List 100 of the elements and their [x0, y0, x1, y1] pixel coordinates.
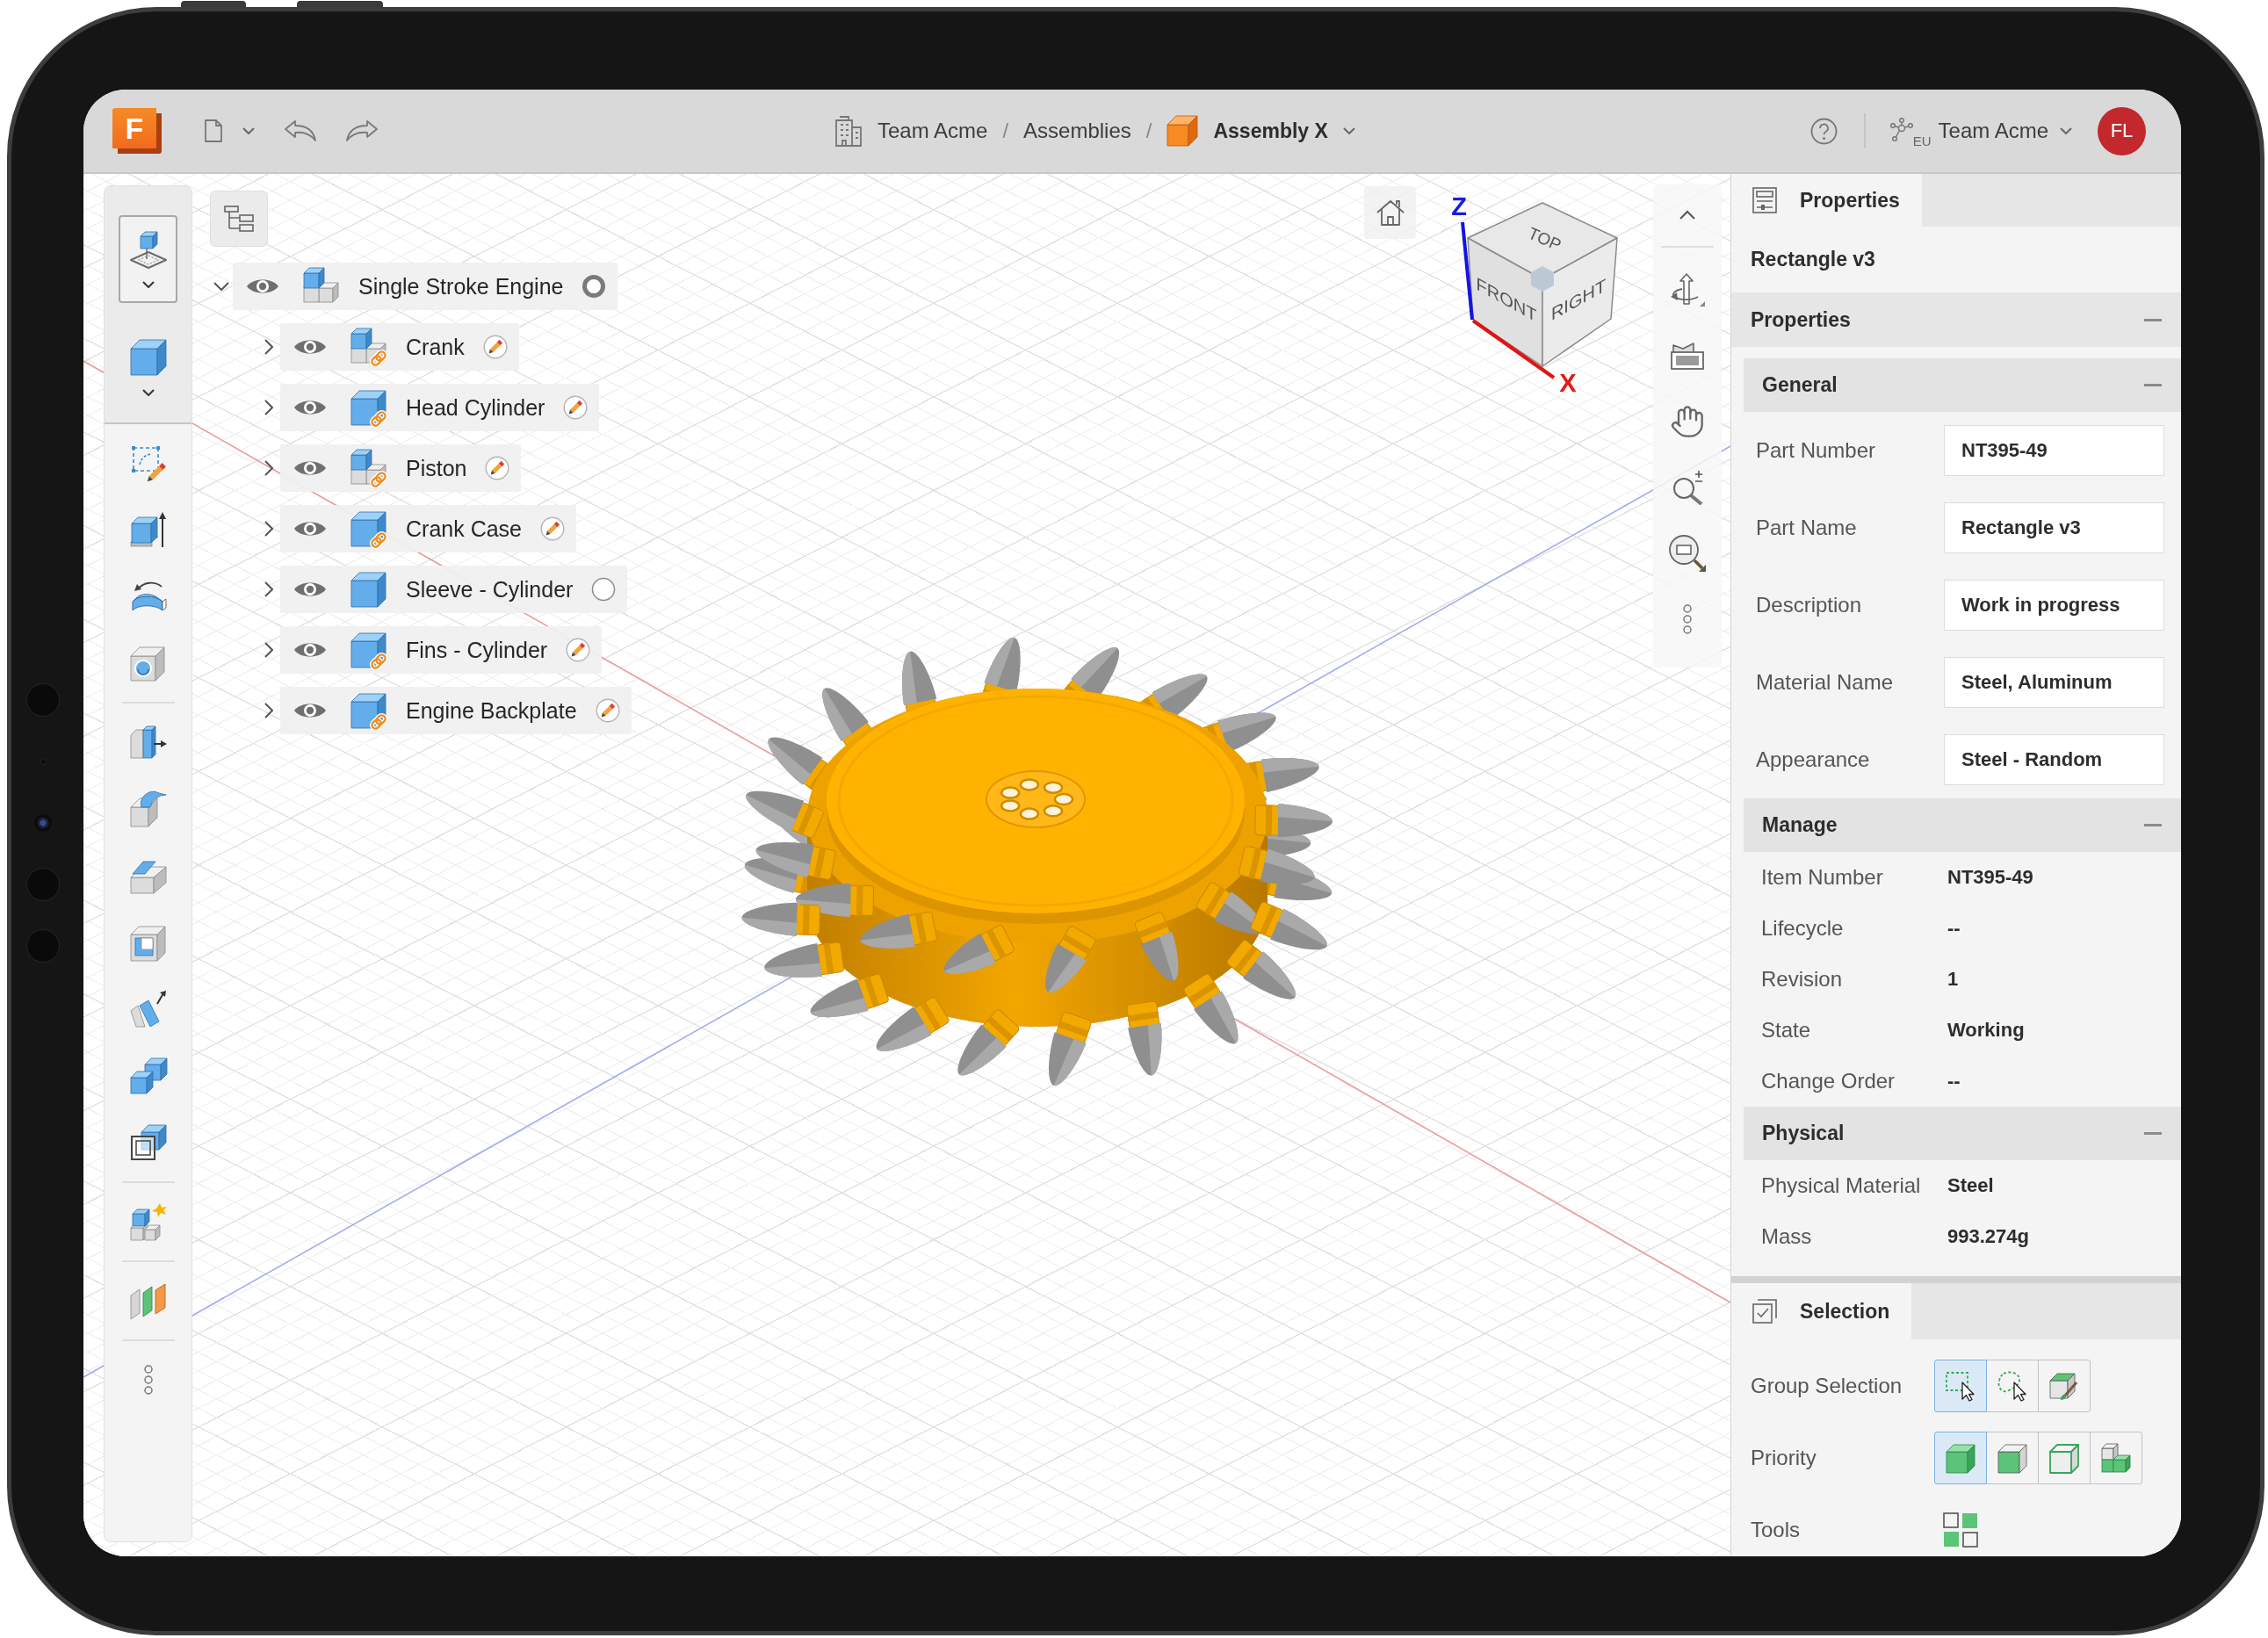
breadcrumb-separator: /: [1002, 119, 1009, 143]
solid-cube-icon: [1945, 1442, 1976, 1474]
component-name: Engine Backplate: [406, 697, 577, 724]
browser-row[interactable]: Fins - Cylinder: [280, 626, 603, 674]
field-label: Change Order: [1761, 1069, 1896, 1093]
property-value: --: [1947, 917, 1961, 940]
team-menu-button[interactable]: Team Acme: [1938, 119, 2072, 143]
caret-down-icon[interactable]: [141, 389, 155, 396]
tree-icon: [224, 206, 254, 232]
rounded-corner-block-icon[interactable]: [128, 790, 168, 828]
magnifier-rectangle-icon[interactable]: [1668, 533, 1707, 573]
browser-row[interactable]: Single Stroke Engine: [233, 263, 618, 310]
browser-toggle-button[interactable]: [210, 191, 268, 247]
pencil-icon[interactable]: [485, 456, 510, 480]
field-label: Revision: [1761, 967, 1843, 992]
pencil-icon[interactable]: [563, 395, 589, 420]
framed-cube-icon[interactable]: [128, 1123, 168, 1162]
group-header[interactable]: Manage: [1744, 798, 2181, 852]
hollow-box-icon[interactable]: [128, 923, 168, 962]
component-title: Rectangle v3: [1751, 248, 1875, 271]
toggle-button[interactable]: [2090, 1432, 2142, 1484]
help-icon[interactable]: [1809, 117, 1838, 145]
pencil-icon[interactable]: [566, 638, 591, 662]
cube-on-plane-icon[interactable]: [128, 230, 168, 269]
redo-icon[interactable]: [345, 119, 379, 142]
tool-button[interactable]: [119, 215, 177, 303]
three-slabs-icon[interactable]: [128, 1281, 168, 1320]
text-field[interactable]: Steel, Aluminum: [1944, 657, 2164, 708]
cube-icon: [1167, 115, 1199, 147]
component-name: Head Cylinder: [406, 394, 545, 421]
group-header[interactable]: General: [1744, 358, 2181, 412]
browser-row[interactable]: Piston: [280, 444, 522, 492]
field-label: Appearance: [1756, 747, 1870, 772]
chevron-right-icon[interactable]: [264, 339, 273, 355]
text-field[interactable]: Steel - Random: [1944, 734, 2164, 785]
two-cubes-icon[interactable]: [128, 1057, 168, 1095]
document-title[interactable]: Assembly X: [1213, 119, 1328, 143]
cube-face-icon: [1997, 1442, 2028, 1474]
hand-icon[interactable]: [1670, 403, 1705, 439]
option-label: Tools: [1751, 1518, 1801, 1542]
text-field[interactable]: NT395-49: [1944, 425, 2164, 476]
dashed-lasso-cursor-icon: [1997, 1370, 2028, 1402]
tilted-face-arrow-icon[interactable]: [128, 990, 168, 1028]
browser-row[interactable]: Sleeve - Cylinder: [280, 566, 628, 613]
browser-row[interactable]: Crank Case: [280, 505, 576, 552]
grid-squares-icon[interactable]: [1943, 1512, 1978, 1548]
cube-icon[interactable]: [128, 338, 168, 377]
breadcrumb-link[interactable]: Assemblies: [1023, 119, 1131, 143]
toggle-button[interactable]: [2038, 1432, 2091, 1484]
text-field[interactable]: Rectangle v3: [1944, 502, 2164, 553]
toggle-button[interactable]: [1934, 1432, 1987, 1484]
user-avatar[interactable]: FL: [2098, 106, 2146, 155]
radio-on-icon[interactable]: [581, 274, 607, 299]
cube-edges-icon: [2048, 1442, 2080, 1474]
toggle-button[interactable]: [1986, 1360, 2039, 1412]
browser-row[interactable]: Head Cylinder: [280, 384, 600, 431]
split-block-arrow-icon[interactable]: [128, 723, 168, 761]
orbit-icon[interactable]: [1669, 271, 1706, 307]
toggle-button[interactable]: [1986, 1432, 2039, 1484]
chevron-right-icon[interactable]: [264, 460, 273, 476]
cubes-star-icon[interactable]: [128, 1202, 168, 1241]
component-name: Fins - Cylinder: [406, 637, 548, 663]
chevron-right-icon[interactable]: [264, 642, 273, 658]
pencil-icon[interactable]: [540, 516, 565, 541]
browser-row[interactable]: Engine Backplate: [280, 687, 632, 734]
clapperboard-icon[interactable]: [1670, 340, 1705, 371]
pencil-icon[interactable]: [595, 698, 620, 723]
chevron-right-icon[interactable]: [264, 400, 273, 415]
panel-tab[interactable]: Selection: [1731, 1283, 1912, 1339]
view-cube[interactable]: [1467, 202, 1618, 367]
browser-row[interactable]: Crank: [280, 323, 519, 371]
dashed-rectangle-cursor-icon: [1945, 1370, 1976, 1402]
document-icon[interactable]: [204, 119, 223, 143]
more-icon[interactable]: [1682, 603, 1693, 635]
cube-face-label[interactable]: TOP: [1525, 223, 1564, 255]
cube-up-arrow-icon[interactable]: [128, 510, 168, 549]
chevron-down-icon[interactable]: [213, 282, 229, 291]
radio-off-icon[interactable]: [591, 577, 617, 602]
group-header[interactable]: Physical: [1744, 1107, 2181, 1160]
chevron-right-icon[interactable]: [264, 521, 273, 537]
chevron-up-icon[interactable]: [1679, 210, 1696, 220]
building-icon: [834, 115, 863, 147]
field-label: Description: [1756, 593, 1862, 617]
home-button[interactable]: [1364, 186, 1416, 239]
chevron-right-icon[interactable]: [264, 703, 273, 718]
box-circle-icon[interactable]: [128, 644, 168, 682]
toggle-button[interactable]: [2038, 1360, 2091, 1412]
sensor-icon: [26, 683, 60, 717]
section-header[interactable]: Properties: [1731, 292, 2181, 347]
minus-icon[interactable]: [2144, 318, 2162, 321]
caret-down-icon[interactable]: [141, 281, 155, 288]
more-icon[interactable]: [142, 1364, 154, 1396]
panel-tab[interactable]: Properties: [1731, 174, 1922, 227]
undo-icon[interactable]: [284, 119, 317, 142]
toggle-button[interactable]: [1934, 1360, 1987, 1412]
chevron-right-icon[interactable]: [264, 581, 273, 597]
home-icon: [1375, 198, 1405, 227]
breadcrumb-link[interactable]: Team Acme: [878, 119, 988, 143]
text-field[interactable]: Work in progress: [1944, 580, 2164, 631]
pencil-icon[interactable]: [482, 335, 508, 359]
